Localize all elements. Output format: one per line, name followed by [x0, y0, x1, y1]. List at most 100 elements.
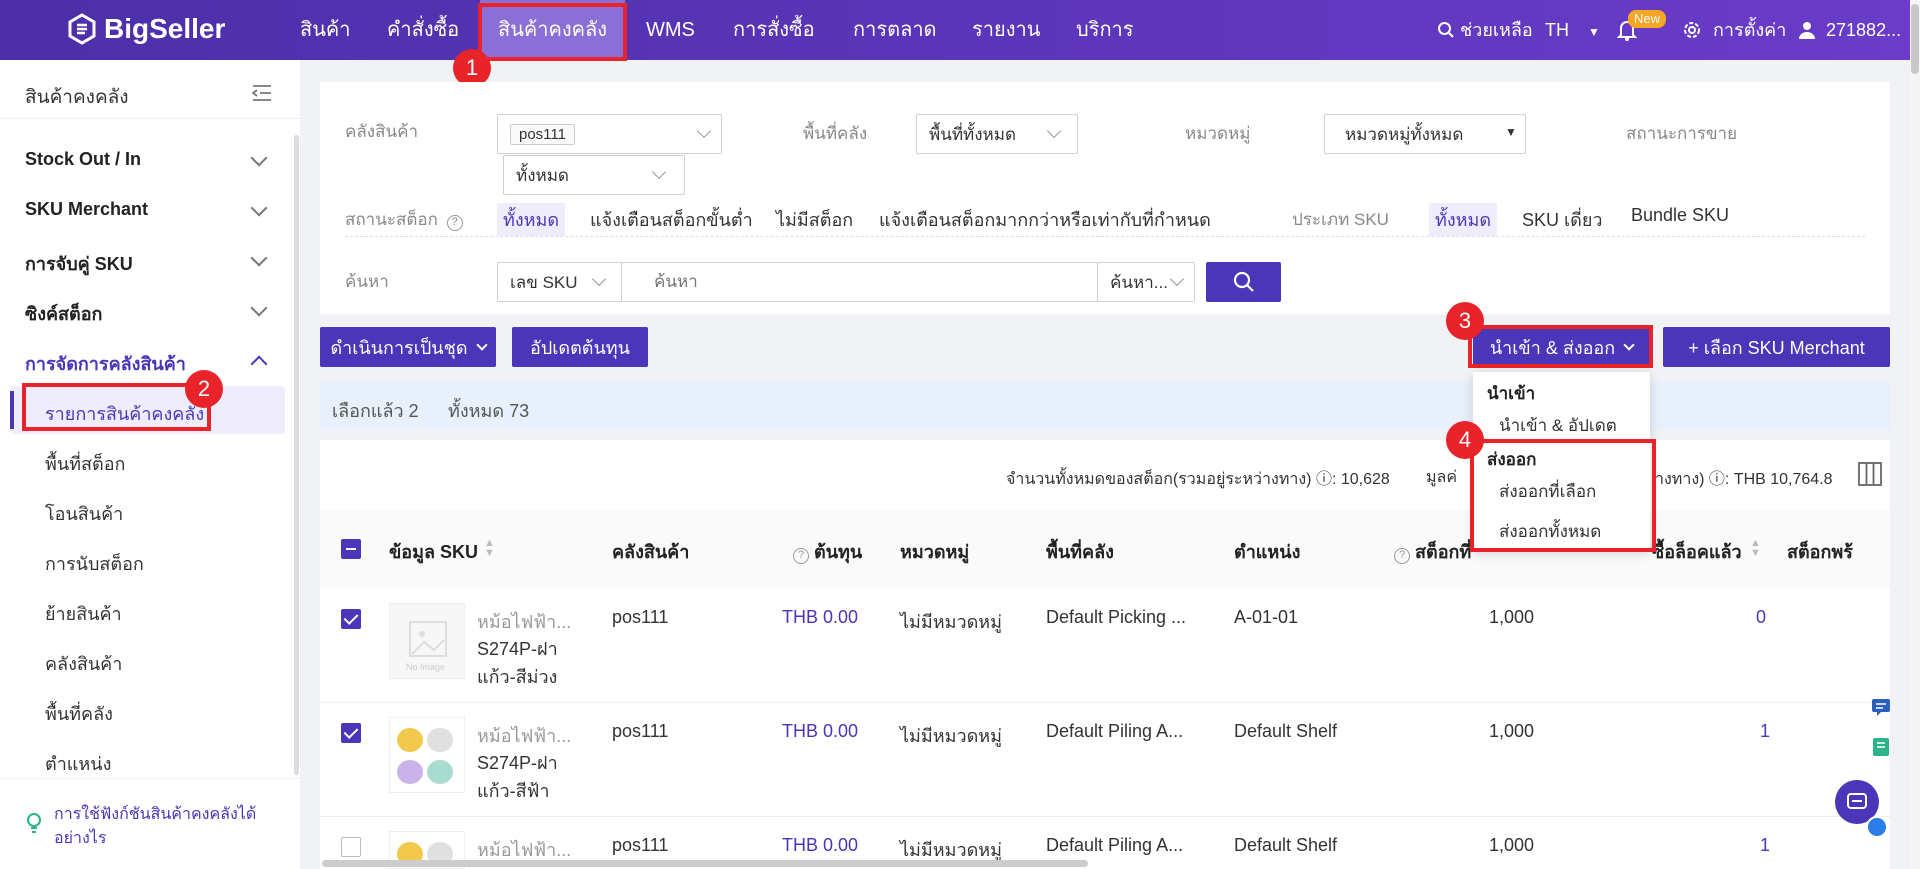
row-checkbox[interactable] — [341, 609, 361, 629]
row-cost[interactable]: THB 0.00 — [782, 721, 858, 742]
row-stock: 1,000 — [1489, 721, 1535, 741]
area-value: พื้นที่ทั้งหมด — [929, 124, 1016, 144]
nav-services[interactable]: บริการ — [1076, 0, 1134, 60]
sidebar-active-indicator — [10, 391, 14, 429]
dropdown-import-heading: นำเข้า — [1487, 384, 1536, 403]
stock-status-min-alert[interactable]: แจ้งเตือนสต็อกขั้นต่ำ — [590, 205, 753, 234]
row-category: ไม่มีหมวดหมู่ — [900, 612, 1003, 632]
sidebar-item-stock-area[interactable]: พื้นที่สต็อก — [45, 449, 125, 478]
caret-down-icon: ▼ — [1588, 25, 1600, 39]
logo-icon — [68, 13, 96, 45]
page-scrollbar-track — [1910, 0, 1920, 869]
row-locked[interactable]: 1 — [1760, 835, 1770, 856]
category-select[interactable]: หมวดหมู่ทั้งหมด ▼ — [1324, 114, 1526, 154]
col-sku-info: ข้อมูล SKU — [389, 542, 479, 562]
help-icon[interactable]: ? — [446, 215, 463, 231]
product-name[interactable]: หม้อไฟฟ้า... — [477, 721, 571, 750]
user-label: 271882... — [1826, 20, 1902, 40]
sku-type-single[interactable]: SKU เดี่ยว — [1522, 205, 1603, 234]
warehouse-select[interactable]: pos111 — [497, 114, 722, 154]
page-scrollbar-thumb[interactable] — [1911, 4, 1919, 74]
row-cost[interactable]: THB 0.00 — [782, 835, 858, 856]
help-icon[interactable]: ? — [793, 548, 809, 564]
gear-icon — [1684, 22, 1700, 38]
row-checkbox[interactable] — [341, 837, 361, 857]
horizontal-scrollbar[interactable] — [322, 860, 1088, 867]
row-cost[interactable]: THB 0.00 — [782, 607, 858, 628]
sidebar-divider — [0, 778, 300, 779]
add-sku-merchant-button[interactable]: + เลือก SKU Merchant — [1663, 327, 1890, 367]
search-input[interactable] — [621, 262, 1098, 302]
guide-book-icon[interactable] — [1871, 737, 1891, 757]
nav-wms[interactable]: WMS — [646, 0, 695, 60]
sidebar-title: สินค้าคงคลัง — [25, 87, 129, 108]
sku-type-bundle[interactable]: Bundle SKU — [1631, 205, 1729, 226]
product-name[interactable]: หม้อไฟฟ้า... — [477, 607, 571, 636]
sidebar-item-location[interactable]: ตำแหน่ง — [45, 749, 111, 778]
batch-action-button[interactable]: ดำเนินการเป็นชุด — [320, 327, 496, 367]
sku-code-line2: แก้ว-สีม่วง — [477, 667, 558, 687]
search-icon — [1233, 271, 1254, 292]
sidebar-item-warehouse-area[interactable]: พื้นที่คลัง — [45, 699, 113, 728]
nav-reports[interactable]: รายงาน — [972, 0, 1040, 60]
smile-icon — [1866, 816, 1888, 838]
row-checkbox[interactable] — [341, 723, 361, 743]
help-icon[interactable]: ? — [1394, 548, 1410, 564]
nav-purchase[interactable]: การสั่งซื้อ — [733, 0, 815, 60]
sort-icon[interactable]: ▲ ▼ — [484, 538, 495, 559]
language-select[interactable]: TH ▼ — [1545, 0, 1600, 60]
sidebar-group-stock-out-in[interactable]: Stock Out / In — [25, 149, 141, 170]
sidebar-item-transfer[interactable]: โอนสินค้า — [45, 499, 123, 528]
area-select[interactable]: พื้นที่ทั้งหมด — [916, 114, 1078, 154]
columns-icon[interactable] — [1858, 462, 1882, 486]
warehouse-tag: pos111 — [510, 123, 575, 145]
sku-type-all[interactable]: ทั้งหมด — [1429, 203, 1498, 236]
sku-code-line2: แก้ว-สีฟ้า — [477, 781, 550, 801]
col-warehouse: คลังสินค้า — [612, 542, 690, 562]
search-button[interactable] — [1206, 262, 1281, 302]
bell-icon[interactable] — [1616, 0, 1638, 60]
stock-status-out[interactable]: ไม่มีสต็อก — [776, 205, 853, 234]
collapse-sidebar-icon[interactable] — [252, 84, 272, 102]
row-locked[interactable]: 1 — [1760, 721, 1770, 742]
caret-down-icon: ▼ — [1505, 125, 1517, 139]
sidebar-group-stock-sync[interactable]: ซิงค์สต็อก — [25, 299, 102, 328]
sort-icon[interactable]: ▲ ▼ — [1750, 538, 1761, 559]
search-field-select[interactable]: เลข SKU — [497, 262, 622, 302]
nav-marketing[interactable]: การตลาด — [853, 0, 937, 60]
sidebar-group-sku-merchant[interactable]: SKU Merchant — [25, 199, 148, 220]
sale-status-select[interactable]: ทั้งหมด — [503, 155, 685, 195]
stock-status-all[interactable]: ทั้งหมด — [497, 203, 566, 236]
feedback-icon[interactable] — [1871, 697, 1891, 717]
help-guide-link[interactable]: การใช้ฟังก์ชันสินค้าคงคลังได้อย่างไร — [54, 803, 274, 851]
bigseller-logo[interactable]: BigSeller — [66, 13, 225, 45]
sidebar-item-stock-count[interactable]: การนับสต็อก — [45, 549, 144, 578]
sku-code-line1: S274P-ฝา — [477, 639, 558, 659]
col-category: หมวดหมู่ — [900, 542, 970, 562]
sidebar-item-warehouse[interactable]: คลังสินค้า — [45, 649, 122, 678]
sidebar-group-warehouse-mgmt[interactable]: การจัดการคลังสินค้า — [25, 349, 186, 378]
sidebar-scrollbar[interactable] — [294, 135, 299, 775]
sku-code-line1: S274P-ฝา — [477, 753, 558, 773]
update-cost-button[interactable]: อัปเดตต้นทุน — [512, 327, 648, 367]
row-warehouse: pos111 — [612, 607, 669, 627]
col-stock-label: สต็อกที่ — [1415, 542, 1472, 562]
new-badge: New — [1628, 10, 1667, 28]
sidebar-item-move[interactable]: ย้ายสินค้า — [45, 599, 122, 628]
sidebar-group-sku-mapping[interactable]: การจับคู่ SKU — [25, 249, 133, 278]
nav-orders[interactable]: คำสั่งซื้อ — [387, 0, 459, 60]
stock-status-over-alert[interactable]: แจ้งเตือนสต็อกมากกว่าหรือเท่ากับที่กำหนด — [879, 205, 1211, 234]
search-icon — [1438, 22, 1454, 38]
select-all-checkbox[interactable] — [341, 539, 361, 559]
nav-products[interactable]: สินค้า — [300, 0, 351, 60]
row-locked[interactable]: 0 — [1756, 607, 1766, 628]
total-count: ทั้งหมด 73 — [448, 401, 530, 421]
chevron-down-icon — [696, 123, 712, 139]
settings-link[interactable]: การตั้งค่า — [1682, 0, 1786, 60]
user-menu[interactable]: 271882... — [1797, 0, 1901, 60]
top-navbar: BigSeller สินค้า คำสั่งซื้อ สินค้าคงคลัง… — [0, 0, 1920, 60]
search-mode-select[interactable]: ค้นหา... — [1097, 262, 1195, 302]
stock-total-summary: จำนวนทั้งหมดของสต็อก(รวมอยู่ระหว่างทาง) … — [1006, 471, 1390, 488]
help-link[interactable]: ช่วยเหลือ — [1437, 0, 1533, 60]
dropdown-import-update[interactable]: นำเข้า & อัปเดต — [1499, 412, 1617, 439]
